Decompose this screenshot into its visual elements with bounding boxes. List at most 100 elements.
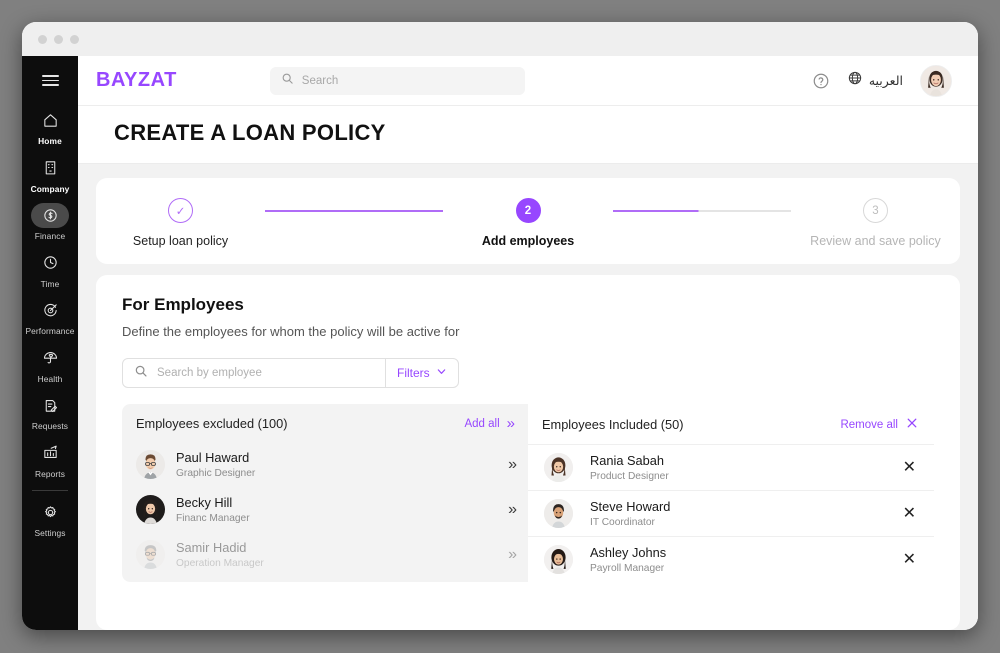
stepper: ✓ Setup loan policy 2 Add employees 3 Re…	[96, 198, 960, 248]
bayzat-logo[interactable]: BAYZAT	[96, 69, 177, 92]
sidebar-item-label: Finance	[34, 231, 66, 242]
user-avatar[interactable]	[920, 64, 952, 97]
avatar	[544, 499, 573, 528]
sidebar-item-health[interactable]: Health	[22, 340, 78, 388]
employee-role: Payroll Manager	[590, 562, 665, 574]
sidebar-item-label: Requests	[31, 421, 69, 432]
main-area: BAYZAT Search العربيه CREATE A LOAN POLI…	[78, 56, 978, 630]
employee-search-input[interactable]	[157, 367, 374, 379]
sidebar-item-label: Reports	[34, 468, 66, 479]
sidebar-item-label: Time	[40, 278, 60, 289]
employee-name: Becky Hill	[176, 495, 233, 511]
filters-label: Filters	[397, 366, 430, 380]
step-label: Review and save policy	[810, 234, 941, 248]
language-label: العربيه	[868, 74, 903, 88]
employee-name: Ashley Johns	[590, 545, 667, 561]
employee-role: Financ Manager	[176, 512, 250, 524]
employee-transfer-lists: Employees excluded (100) Add all » Paul …	[122, 404, 934, 582]
clipboard-edit-icon	[31, 393, 69, 418]
employee-role: IT Coordinator	[590, 516, 655, 528]
double-chevron-right-icon[interactable]: »	[508, 456, 517, 474]
remove-all-label: Remove all	[840, 418, 898, 431]
remove-all-button[interactable]: Remove all	[840, 416, 919, 433]
section-title: For Employees	[122, 295, 244, 314]
sidebar-item-label: Health	[37, 373, 63, 384]
search-icon	[134, 364, 148, 383]
sidebar-item-requests[interactable]: Requests	[22, 388, 78, 436]
step-add-employees[interactable]: 2 Add employees	[443, 198, 612, 248]
sidebar-item-label: Settings	[34, 528, 66, 539]
language-switcher[interactable]: العربيه	[847, 70, 903, 91]
avatar	[136, 540, 165, 569]
double-chevron-right-icon[interactable]: »	[508, 501, 517, 519]
included-title: Employees Included (50)	[542, 417, 684, 432]
sidebar-divider	[32, 489, 68, 491]
excluded-list-item[interactable]: Paul Haward Graphic Designer »	[122, 442, 528, 487]
close-icon[interactable]: ✕	[903, 551, 916, 568]
step-setup-loan-policy[interactable]: ✓ Setup loan policy	[96, 198, 265, 248]
avatar	[136, 450, 165, 479]
step-review-and-save-policy[interactable]: 3 Review and save policy	[791, 198, 960, 248]
avatar	[544, 545, 573, 574]
section-subtitle: Define the employees for whom the policy…	[122, 324, 460, 339]
excluded-list-item[interactable]: Samir Hadid Operation Manager »	[122, 532, 528, 577]
double-chevron-right-icon[interactable]: »	[508, 546, 517, 564]
step-label: Add employees	[481, 234, 575, 248]
chevron-down-icon	[436, 366, 447, 380]
employee-name: Paul Haward	[176, 450, 250, 466]
sidebar-item-finance[interactable]: Finance	[22, 198, 78, 246]
target-icon	[31, 298, 69, 323]
employee-filter-row: Filters	[122, 358, 934, 388]
question-circle-icon[interactable]	[812, 72, 830, 90]
excluded-employees-panel: Employees excluded (100) Add all » Paul …	[122, 404, 528, 582]
included-list-item[interactable]: Ashley Johns Payroll Manager ✕	[528, 536, 934, 582]
close-icon[interactable]: ✕	[903, 459, 916, 476]
for-employees-card: For Employees Define the employees for w…	[96, 275, 960, 630]
hamburger-menu-icon[interactable]	[41, 72, 59, 89]
traffic-light-maximize[interactable]	[70, 34, 79, 44]
excluded-list-item[interactable]: Becky Hill Financ Manager »	[122, 487, 528, 532]
sidebar-item-home[interactable]: Home	[22, 103, 78, 151]
window-titlebar	[22, 22, 978, 56]
sidebar-item-settings[interactable]: Settings	[22, 495, 78, 543]
dollar-circle-icon	[31, 202, 69, 228]
global-search[interactable]	[269, 66, 525, 95]
employee-name: Rania Sabah	[590, 453, 664, 469]
page-content: ✓ Setup loan policy 2 Add employees 3 Re…	[78, 164, 978, 630]
clock-icon	[31, 250, 69, 275]
add-all-button[interactable]: Add all »	[464, 415, 515, 432]
close-icon	[905, 416, 919, 433]
sidebar-item-label: Company	[30, 183, 70, 194]
globe-icon	[847, 70, 863, 91]
top-bar: BAYZAT Search العربيه	[78, 56, 978, 106]
sidebar-item-time[interactable]: Time	[22, 245, 78, 293]
filters-button[interactable]: Filters	[385, 359, 458, 387]
add-all-label: Add all	[464, 417, 500, 430]
stepper-card: ✓ Setup loan policy 2 Add employees 3 Re…	[96, 178, 960, 264]
building-icon	[31, 155, 69, 180]
close-icon[interactable]: ✕	[903, 505, 916, 522]
home-icon	[31, 108, 69, 133]
sidebar-item-performance[interactable]: Performance	[22, 293, 78, 341]
employee-search[interactable]	[123, 359, 385, 387]
search-icon	[281, 72, 294, 90]
browser-window: Home Company Finance Time Performance He…	[22, 22, 978, 630]
double-chevron-right-icon: »	[506, 415, 515, 432]
avatar	[544, 453, 573, 482]
bar-chart-icon	[31, 440, 69, 465]
traffic-light-close[interactable]	[38, 34, 47, 44]
traffic-light-minimize[interactable]	[54, 34, 63, 44]
excluded-title: Employees excluded (100)	[136, 416, 288, 431]
sidebar-item-reports[interactable]: Reports	[22, 435, 78, 483]
included-list-item[interactable]: Steve Howard IT Coordinator ✕	[528, 490, 934, 536]
employee-name: Samir Hadid	[176, 540, 247, 556]
included-list-item[interactable]: Rania Sabah Product Designer ✕	[528, 444, 934, 490]
sidebar-item-company[interactable]: Company	[22, 150, 78, 198]
gear-icon	[31, 500, 69, 525]
avatar	[136, 495, 165, 524]
employee-name: Steve Howard	[590, 499, 671, 515]
stepper-connector-2	[612, 210, 791, 212]
search-input[interactable]	[301, 74, 514, 87]
included-employees-panel: Employees Included (50) Remove all Rania…	[528, 404, 934, 582]
umbrella-heart-icon	[31, 345, 69, 370]
